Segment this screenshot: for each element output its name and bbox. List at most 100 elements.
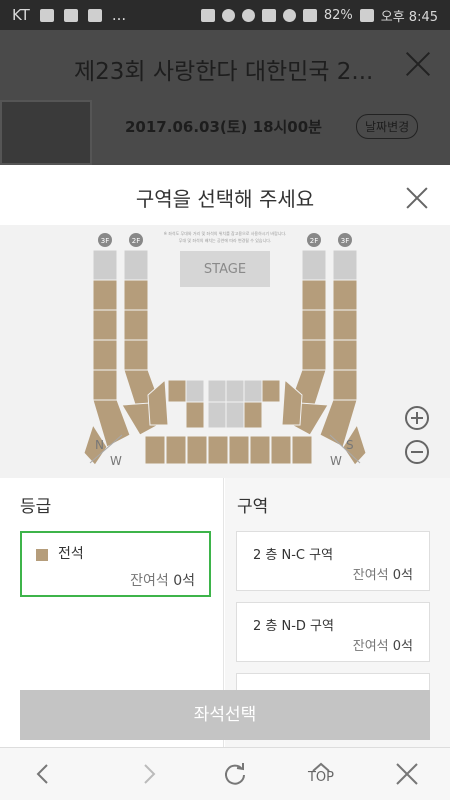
mute-icon (221, 9, 235, 22)
seat-section[interactable] (92, 339, 118, 371)
seat-section[interactable] (165, 435, 187, 465)
top-label: TOP (307, 770, 334, 785)
back-button[interactable] (18, 748, 68, 800)
compass-w-right: W (330, 454, 342, 468)
grade-name: 전석 (58, 546, 84, 562)
seat-section[interactable] (332, 369, 358, 401)
grade-heading: 등급 (20, 497, 52, 517)
zone-select-sheet: 구역을 선택해 주세요 STAGE ※ 좌석도 무대와 거리 및 좌석의 위치를… (0, 165, 450, 747)
seat-section[interactable] (332, 339, 358, 371)
close-button[interactable] (382, 748, 432, 800)
chat-icon (87, 8, 102, 22)
image-icon (39, 8, 54, 22)
floor-badge-label: 2F (310, 237, 318, 245)
seat-section[interactable] (332, 309, 358, 341)
seat-section[interactable] (243, 379, 263, 403)
zone-remaining: 잔여석 0석 (353, 564, 413, 583)
compass-s: S (346, 438, 354, 452)
browser-nav-bar: TOP (0, 747, 450, 800)
seat-section[interactable] (270, 435, 292, 465)
remain-label: 잔여석 (130, 573, 169, 589)
zoom-out-button[interactable] (405, 440, 429, 464)
top-button[interactable]: TOP (296, 748, 346, 800)
map-notice-1: ※ 좌석도 무대와 거리 및 좌석의 위치를 참고용으로 사용하시기 바랍니다. (164, 230, 287, 236)
floor-badge-label: 3F (341, 237, 349, 245)
seat-map-canvas[interactable]: STAGE ※ 좌석도 무대와 거리 및 좌석의 위치를 참고용으로 사용하시기… (0, 225, 450, 478)
seat-section[interactable] (301, 339, 327, 371)
floor-badge-label: 2F (132, 237, 140, 245)
map-notice-2: 무대 및 좌석의 배치는 공연에 따라 변경될 수 있습니다. (179, 237, 271, 243)
event-title: 제23회 사랑한다 대한민국 2... (74, 59, 374, 85)
remain-count: 0석 (392, 639, 413, 654)
sheet-close-button[interactable] (406, 187, 428, 209)
seat-section[interactable] (92, 279, 118, 311)
change-date-button: 날짜변경 (356, 114, 419, 139)
seat-section[interactable] (207, 435, 229, 465)
seat-section[interactable] (225, 379, 245, 403)
hd-icon (261, 9, 276, 22)
seat-section[interactable] (301, 279, 327, 311)
refresh-button[interactable] (210, 748, 260, 800)
seat-section[interactable] (186, 435, 208, 465)
seat-section[interactable] (123, 279, 149, 311)
seat-section[interactable] (123, 249, 149, 281)
zone-item[interactable]: 2 층 N-C 구역 잔여석 0석 (236, 531, 430, 591)
seat-section[interactable] (332, 279, 358, 311)
carrier-label: KT (12, 6, 30, 24)
seat-section[interactable] (301, 309, 327, 341)
wifi-icon (282, 9, 296, 22)
forward-button[interactable] (124, 748, 174, 800)
seat-section[interactable] (185, 379, 205, 403)
sheet-title: 구역을 선택해 주세요 (135, 187, 315, 211)
seat-section[interactable] (301, 249, 327, 281)
floor-badge-label: 3F (101, 237, 109, 245)
alarm-icon (241, 9, 255, 22)
event-date: 2017.06.03(토) 18시00분 (125, 118, 322, 136)
seat-section[interactable] (92, 309, 118, 341)
seat-section[interactable] (243, 401, 263, 429)
seat-section[interactable] (207, 401, 227, 429)
seat-section[interactable] (167, 379, 187, 403)
zone-name: 2 층 N-D 구역 (253, 619, 334, 634)
zone-heading: 구역 (237, 497, 269, 517)
zone-item[interactable]: 2 층 N-D 구역 잔여석 0석 (236, 602, 430, 662)
seat-section[interactable] (144, 435, 166, 465)
seat-section[interactable] (92, 249, 118, 281)
signal-icon (302, 9, 317, 22)
seat-section[interactable] (92, 369, 118, 401)
grade-remaining: 잔여석 0석 (130, 570, 195, 590)
seat-section[interactable] (228, 435, 250, 465)
seat-section[interactable] (185, 401, 205, 429)
select-seat-button[interactable]: 좌석선택 (20, 690, 430, 740)
seat-section[interactable] (123, 339, 149, 371)
forward-icon (144, 764, 156, 784)
zone-name: 2 층 N-C 구역 (253, 548, 334, 563)
seat-section[interactable] (291, 435, 313, 465)
remain-label: 잔여석 (352, 568, 389, 583)
battery-percent: 82% (323, 8, 353, 23)
zone-remaining: 잔여석 0석 (353, 635, 413, 654)
clock: 오후 8:45 (380, 10, 438, 25)
seat-map[interactable]: STAGE ※ 좌석도 무대와 거리 및 좌석의 위치를 참고용으로 사용하시기… (0, 225, 450, 478)
seat-section[interactable] (261, 379, 281, 403)
seat-section[interactable] (332, 249, 358, 281)
grade-item[interactable]: 전석 잔여석 0석 (20, 531, 211, 597)
status-bar: KT ... 82% 오후 8:45 (0, 0, 450, 30)
zoom-in-button[interactable] (405, 406, 429, 430)
seat-section[interactable] (249, 435, 271, 465)
compass-w-left: W (110, 454, 122, 468)
remain-count: 0석 (392, 568, 413, 583)
close-icon (404, 50, 432, 78)
remain-count: 0석 (173, 573, 195, 589)
close-icon (396, 763, 418, 785)
seat-section[interactable] (207, 379, 227, 403)
grade-color-swatch (36, 549, 48, 561)
back-icon (36, 764, 48, 784)
background-page: 제23회 사랑한다 대한민국 2... 2017.06.03(토) 18시00분… (0, 30, 450, 165)
seat-section[interactable] (225, 401, 245, 429)
event-thumbnail (0, 100, 92, 165)
stage-label: STAGE (204, 262, 246, 277)
battery-icon (359, 9, 374, 22)
compass-n: N (95, 438, 104, 452)
seat-section[interactable] (123, 309, 149, 341)
